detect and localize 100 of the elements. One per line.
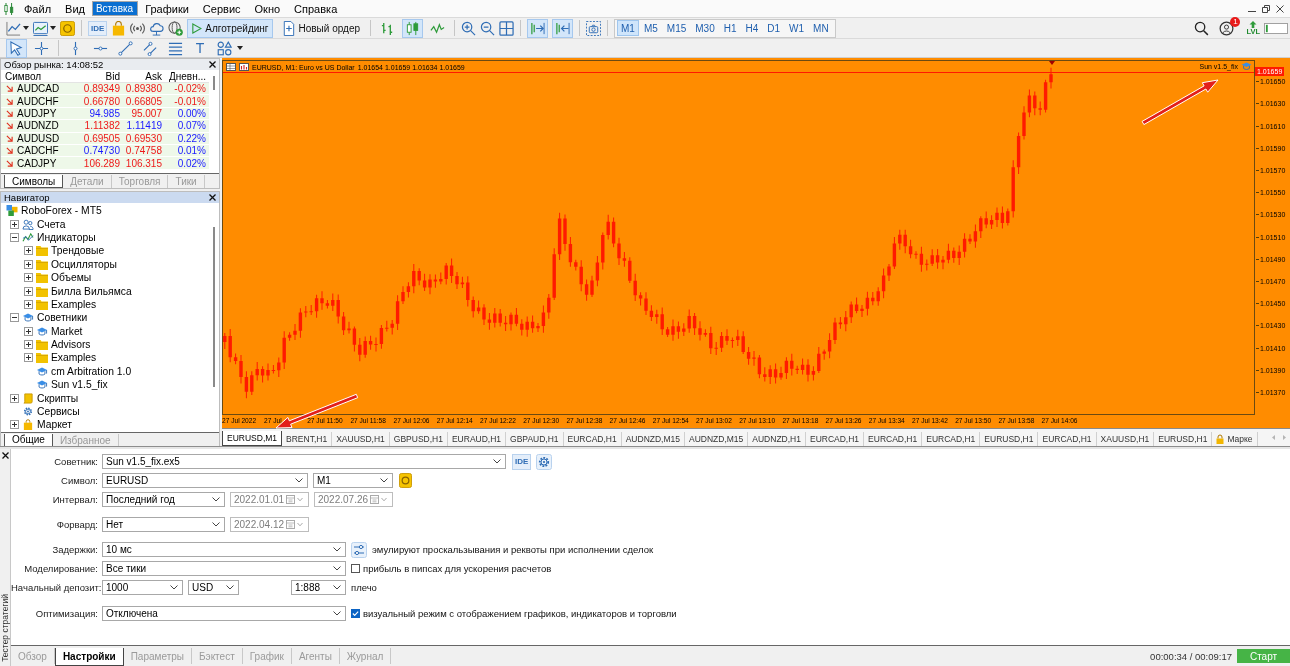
coin-icon[interactable] [399, 473, 412, 488]
checkbox[interactable] [351, 564, 360, 573]
tree-item[interactable]: Осцилляторы [51, 258, 117, 270]
menu-item[interactable]: Графики [138, 0, 196, 17]
tree-item[interactable]: Market [51, 325, 83, 337]
user-icon[interactable] [1219, 20, 1235, 36]
table-row[interactable]: CADJPY 106.289 106.315 0.02% [1, 157, 209, 170]
ide-button[interactable]: IDE [88, 20, 108, 36]
close-icon[interactable] [1, 452, 9, 459]
expand-icon[interactable] [10, 420, 19, 430]
cloud-icon[interactable] [149, 20, 165, 36]
connection-status-icon[interactable] [1264, 22, 1288, 34]
checkbox-label[interactable]: визуальный режим с отображением графиков, индикаторов и торговли [363, 608, 677, 619]
expert-select[interactable]: Sun v1.5_fix.ex5 [102, 454, 506, 469]
expand-icon[interactable] [10, 219, 19, 229]
gear-icon[interactable] [536, 453, 553, 470]
currency-select[interactable]: USD [188, 580, 239, 595]
tree-item[interactable]: Трендовые [51, 245, 105, 257]
expand-icon[interactable] [24, 340, 33, 350]
zoom-out-icon[interactable] [480, 20, 495, 36]
column-header[interactable]: Bid [81, 70, 123, 82]
tree-item[interactable]: Индикаторы [37, 231, 96, 243]
modeling-select[interactable]: Все тики [102, 561, 346, 576]
timeframe-button[interactable]: M15 [662, 20, 691, 36]
algo-trading-button[interactable]: Алготрейдинг [187, 18, 273, 38]
close-icon[interactable] [209, 194, 216, 201]
scrollbar-thumb[interactable] [213, 227, 215, 387]
autoscroll-toggle[interactable] [527, 18, 548, 38]
scrollbar-thumb[interactable] [213, 76, 215, 90]
chart-shift-toggle[interactable] [552, 18, 573, 38]
symbol-select[interactable]: EURUSD [102, 473, 308, 488]
tree-item[interactable]: Advisors [51, 339, 91, 351]
timeframe-button[interactable]: H1 [719, 20, 741, 36]
line-chart-icon[interactable] [6, 20, 21, 36]
close-icon[interactable] [209, 61, 216, 68]
timeframe-button[interactable]: W1 [785, 20, 809, 36]
expand-icon[interactable] [24, 286, 33, 296]
tree-item[interactable]: Маркет [37, 419, 72, 431]
tree-item[interactable]: Examples [51, 298, 97, 310]
shopping-bag-icon[interactable] [111, 20, 127, 36]
panel-tab[interactable]: Общие [4, 433, 53, 447]
globe-plus-icon[interactable] [168, 20, 184, 36]
tree-item[interactable]: Examples [51, 352, 97, 364]
menu-item[interactable]: Вставка [91, 1, 139, 16]
delay-select[interactable]: 10 мс [102, 542, 346, 557]
chart-tab[interactable]: EURUSD,M1 [222, 431, 283, 446]
expand-icon[interactable] [10, 393, 19, 403]
trendline-tool[interactable] [115, 38, 136, 58]
optimization-select[interactable]: Отключена [102, 606, 346, 621]
menu-item[interactable]: Окно [247, 0, 288, 17]
expand-icon[interactable] [24, 259, 33, 269]
interval-select[interactable]: Последний год [102, 492, 225, 507]
caret-icon[interactable] [50, 26, 56, 30]
menu-item[interactable]: Справка [287, 0, 345, 17]
table-row[interactable]: AUDNZD 1.11382 1.11419 0.07% [1, 120, 209, 133]
search-icon[interactable] [1194, 20, 1210, 36]
tree-item[interactable]: Объемы [51, 272, 92, 284]
checkbox[interactable] [351, 609, 360, 618]
forward-select[interactable]: Нет [102, 517, 225, 532]
coin-icon[interactable] [60, 20, 75, 36]
timeframe-button[interactable]: M5 [639, 20, 662, 36]
sliders-icon[interactable] [351, 541, 367, 558]
tree-item[interactable]: cm Arbitration 1.0 [51, 365, 132, 377]
leverage-select[interactable]: 1:888 [291, 580, 346, 595]
tree-item[interactable]: Советники [37, 312, 88, 324]
timeframe-button[interactable]: H4 [741, 20, 763, 36]
tree-item[interactable]: RoboForex - MT5 [21, 205, 102, 217]
tree-item[interactable]: Сервисы [37, 406, 80, 418]
tree-item[interactable]: Скрипты [37, 392, 79, 404]
deposit-select[interactable]: 1000 [102, 580, 183, 595]
close-icon[interactable] [1276, 4, 1284, 13]
expand-icon[interactable] [24, 246, 33, 256]
cursor-tool[interactable] [6, 38, 27, 58]
timeframe-button[interactable]: M30 [691, 20, 719, 36]
caret-icon[interactable] [237, 46, 243, 50]
restore-icon[interactable] [1262, 4, 1270, 13]
tree-item[interactable]: Sun v1.5_fix [51, 379, 108, 391]
column-header[interactable]: Дневн... [165, 70, 209, 82]
collapse-icon[interactable] [10, 232, 19, 242]
timeframe-button[interactable]: M1 [617, 20, 639, 36]
grid-icon[interactable] [499, 20, 514, 36]
chart-window-icon[interactable] [33, 20, 48, 36]
expand-icon[interactable] [24, 299, 33, 309]
new-order-button[interactable]: Новый ордер [276, 18, 364, 38]
tree-item[interactable]: Билла Вильямса [51, 285, 132, 297]
signal-icon[interactable] [130, 20, 146, 36]
tree-item[interactable]: Счета [37, 218, 66, 230]
table-row[interactable]: AUDCHF 0.66780 0.66805 -0.01% [1, 95, 209, 108]
timeframe-button[interactable]: D1 [763, 20, 785, 36]
panel-tab[interactable]: Символы [4, 175, 64, 188]
column-header[interactable]: Символ [1, 70, 81, 82]
menu-item[interactable]: Файл [17, 0, 59, 17]
expand-icon[interactable] [24, 326, 33, 336]
screenshot-icon[interactable] [586, 20, 601, 36]
caret-icon[interactable] [23, 26, 29, 30]
chart-type-toggle[interactable] [402, 18, 423, 38]
table-row[interactable]: AUDCAD 0.89349 0.89380 -0.02% [1, 83, 209, 96]
timeframe-button[interactable]: MN [809, 20, 833, 36]
expand-icon[interactable] [24, 353, 33, 363]
menu-item[interactable]: Вид [58, 0, 92, 17]
